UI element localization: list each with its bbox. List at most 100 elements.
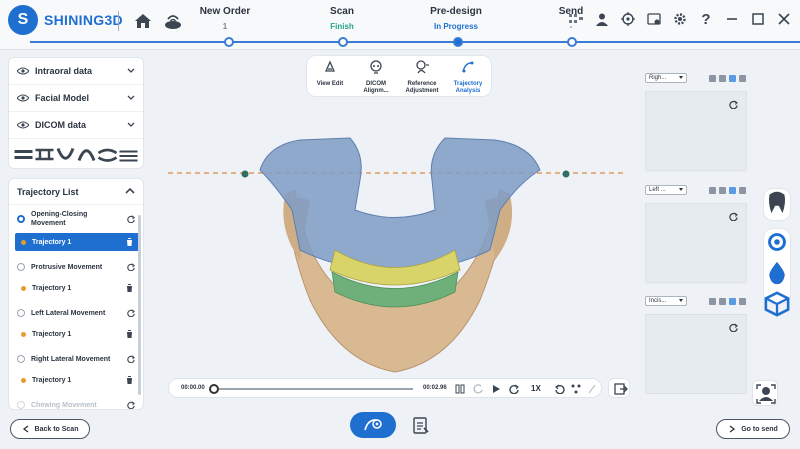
hide-icon[interactable] xyxy=(739,74,746,82)
minimize-icon[interactable] xyxy=(724,11,740,27)
split-icon[interactable] xyxy=(719,74,726,82)
movement-right-lateral[interactable]: Right Lateral Movement xyxy=(9,347,143,371)
refresh-icon[interactable] xyxy=(127,309,135,317)
play-icon[interactable] xyxy=(491,384,501,394)
refresh-icon[interactable] xyxy=(729,323,738,332)
brush-icon[interactable] xyxy=(587,384,597,394)
tool-view-edit[interactable]: View Edit xyxy=(309,60,351,88)
split-icon[interactable] xyxy=(719,186,726,194)
eye-icon[interactable] xyxy=(17,67,29,75)
help-icon[interactable]: ? xyxy=(698,11,714,28)
3d-viewport[interactable] xyxy=(150,100,640,380)
reset-icon[interactable] xyxy=(555,384,565,394)
upper-arch-icon[interactable] xyxy=(76,147,97,162)
speed-label[interactable]: 1X xyxy=(531,384,541,393)
tool-trajectory-analysis[interactable]: Trajectory Analysis xyxy=(447,60,489,95)
movement-opening-closing[interactable]: Opening-Closing Movement xyxy=(9,205,143,233)
step-pre-design[interactable]: Pre-design In Progress xyxy=(411,6,501,31)
close-icon[interactable] xyxy=(776,11,792,27)
eye-icon[interactable] xyxy=(17,94,29,102)
axis-icon[interactable] xyxy=(709,186,716,194)
step-scan[interactable]: Scan Finish xyxy=(297,6,387,31)
layer-icon[interactable] xyxy=(729,186,736,194)
gear-icon[interactable] xyxy=(672,11,688,27)
movement-left-lateral[interactable]: Left Lateral Movement xyxy=(9,301,143,325)
view-canvas[interactable] xyxy=(645,91,747,171)
rewind-icon[interactable] xyxy=(473,384,483,394)
scrollbar[interactable] xyxy=(138,215,141,395)
trajectory-item[interactable]: Trajectory 1 xyxy=(15,371,139,389)
movement-chewing[interactable]: Chewing Movement xyxy=(9,393,143,409)
refresh-icon[interactable] xyxy=(729,212,738,221)
water-drop-icon[interactable] xyxy=(764,260,790,286)
trash-icon[interactable] xyxy=(126,330,133,338)
radio[interactable] xyxy=(17,355,25,363)
axis-icon[interactable] xyxy=(709,74,716,82)
trash-icon[interactable] xyxy=(126,376,133,384)
step-new-order[interactable]: New Order 1 xyxy=(180,6,270,31)
trajectory-item[interactable]: Trajectory 1 xyxy=(15,279,139,297)
eye-icon[interactable] xyxy=(17,121,29,129)
radio[interactable] xyxy=(17,263,25,271)
maximize-icon[interactable] xyxy=(750,11,766,27)
data-item-facial[interactable]: Facial Model xyxy=(9,85,143,112)
occlusion-icon[interactable] xyxy=(97,147,118,162)
movement-protrusive[interactable]: Protrusive Movement xyxy=(9,255,143,279)
layer-icon[interactable] xyxy=(729,297,736,305)
layers-icon[interactable] xyxy=(118,147,139,162)
chevron-down-icon[interactable] xyxy=(127,94,135,102)
scan-view-button[interactable] xyxy=(752,380,778,406)
timeline-track[interactable] xyxy=(213,388,413,390)
radio-selected[interactable] xyxy=(17,215,25,223)
trajectory-item[interactable]: Trajectory 1 xyxy=(15,325,139,343)
radio[interactable] xyxy=(17,401,25,409)
view-select[interactable]: Righ... xyxy=(645,73,687,83)
contact-analysis-icon[interactable] xyxy=(764,229,790,255)
trash-icon[interactable] xyxy=(126,284,133,292)
trajectory-header[interactable]: Trajectory List xyxy=(9,179,143,205)
cube-icon[interactable] xyxy=(764,291,790,317)
user-icon[interactable] xyxy=(594,11,610,27)
lower-arch-icon[interactable] xyxy=(55,147,76,162)
refresh-icon[interactable] xyxy=(127,355,135,363)
screenshot-icon[interactable] xyxy=(646,11,662,27)
chevron-down-icon[interactable] xyxy=(127,121,135,129)
refresh-icon[interactable] xyxy=(127,263,135,271)
trajectory-points-icon[interactable] xyxy=(571,384,581,394)
refresh-icon[interactable] xyxy=(729,100,738,109)
pause-icon[interactable] xyxy=(455,384,465,394)
layer-icon[interactable] xyxy=(729,74,736,82)
target-icon[interactable] xyxy=(620,11,636,27)
timeline-knob[interactable] xyxy=(209,384,219,394)
back-to-scan-button[interactable]: Back to Scan xyxy=(10,419,90,439)
loop-icon[interactable] xyxy=(509,384,519,394)
report-button[interactable] xyxy=(410,413,432,437)
hide-icon[interactable] xyxy=(739,297,746,305)
radio[interactable] xyxy=(17,309,25,317)
left-condyle-point[interactable] xyxy=(241,170,249,178)
view-canvas[interactable] xyxy=(645,314,747,394)
trash-icon[interactable] xyxy=(126,238,133,246)
data-item-intraoral[interactable]: Intraoral data xyxy=(9,58,143,85)
view-select[interactable]: Incis... xyxy=(645,296,687,306)
axis-icon[interactable] xyxy=(709,297,716,305)
home-icon[interactable] xyxy=(132,10,154,32)
go-to-send-button[interactable]: Go to send xyxy=(716,419,790,439)
view-canvas[interactable] xyxy=(645,203,747,283)
tool-dicom-alignment[interactable]: DICOM Alignm... xyxy=(355,60,397,95)
chevron-down-icon[interactable] xyxy=(127,67,135,75)
tool-reference-adjustment[interactable]: Reference Adjustment xyxy=(401,60,443,95)
hide-icon[interactable] xyxy=(739,186,746,194)
right-condyle-point[interactable] xyxy=(562,170,570,178)
refresh-icon[interactable] xyxy=(127,401,135,409)
split-jaw-icon[interactable] xyxy=(34,147,55,162)
refresh-icon[interactable] xyxy=(127,215,135,223)
articulator-mode-button[interactable] xyxy=(350,412,396,438)
trajectory-item-selected[interactable]: Trajectory 1 xyxy=(15,233,139,251)
view-select[interactable]: Left ... xyxy=(645,185,687,195)
exit-playback-button[interactable] xyxy=(608,378,630,398)
tooth-icon[interactable] xyxy=(764,189,790,215)
chevron-up-icon[interactable] xyxy=(125,187,135,195)
grid-icon[interactable] xyxy=(568,11,584,27)
stacked-jaw-icon[interactable] xyxy=(13,147,34,162)
